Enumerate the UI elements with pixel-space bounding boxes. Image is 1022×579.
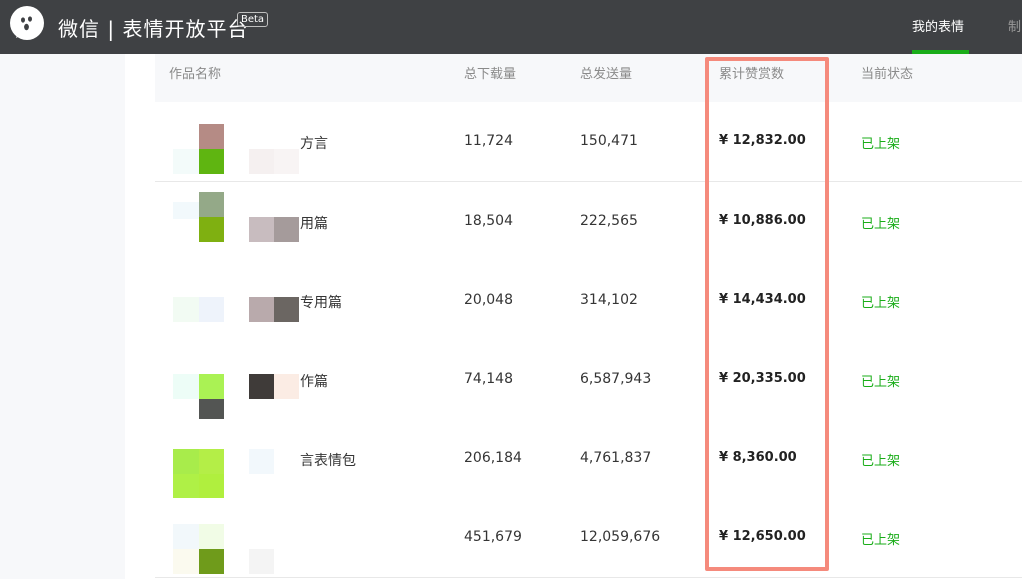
wechat-logo-icon[interactable] [10, 6, 44, 40]
top-bar: 微信 | 表情开放平台 Beta 我的表情 制 [0, 0, 1022, 54]
download-count: 451,679 [464, 529, 522, 545]
send-count: 222,565 [580, 213, 638, 229]
column-header-name: 作品名称 [169, 67, 222, 82]
table-row[interactable]: 专用篇 20,048 314,102 ¥ 14,434.00 已上架 [155, 261, 1022, 341]
column-header-status: 当前状态 [861, 67, 914, 82]
beta-badge: Beta [237, 12, 269, 27]
table-row[interactable]: 作篇 74,148 6,587,943 ¥ 20,335.00 已上架 [155, 340, 1022, 424]
left-panel [0, 54, 125, 579]
send-count: 6,587,943 [580, 371, 652, 387]
status-label: 已上架 [861, 533, 901, 548]
status-label: 已上架 [861, 454, 901, 469]
sticker-name: 用篇 [300, 216, 328, 232]
table-row[interactable]: 言表情包 206,184 4,761,837 ¥ 8,360.00 已上架 [155, 419, 1022, 499]
download-count: 20,048 [464, 292, 513, 308]
nav-next-item[interactable]: 制 [1008, 16, 1021, 35]
status-label: 已上架 [861, 296, 901, 311]
column-header-downloads: 总下载量 [464, 67, 517, 82]
sticker-stats-table: 作品名称 总下载量 总发送量 累计赞赏数 当前状态 方言 11,724 150,… [155, 54, 1022, 579]
column-header-sends: 总发送量 [580, 67, 633, 82]
send-count: 12,059,676 [580, 529, 661, 545]
table-header: 作品名称 总下载量 总发送量 累计赞赏数 当前状态 [155, 54, 1022, 102]
nav-my-stickers[interactable]: 我的表情 [912, 16, 964, 35]
sticker-name: 专用篇 [300, 295, 342, 311]
download-count: 18,504 [464, 213, 513, 229]
status-label: 已上架 [861, 375, 901, 390]
platform-title[interactable]: 微信 | 表情开放平台 [58, 13, 248, 42]
send-count: 4,761,837 [580, 450, 652, 466]
table-row[interactable]: 用篇 18,504 222,565 ¥ 10,886.00 已上架 [155, 182, 1022, 262]
status-label: 已上架 [861, 137, 901, 152]
left-gutter [125, 54, 155, 579]
download-count: 206,184 [464, 450, 522, 466]
download-count: 74,148 [464, 371, 513, 387]
sticker-name: 言表情包 [300, 453, 356, 469]
send-count: 150,471 [580, 133, 638, 149]
reward-column-highlight [705, 57, 829, 571]
sticker-name: 方言 [300, 136, 328, 152]
status-label: 已上架 [861, 217, 901, 232]
table-row[interactable]: 451,679 12,059,676 ¥ 12,650.00 已上架 [155, 498, 1022, 578]
send-count: 314,102 [580, 292, 638, 308]
table-row[interactable]: 方言 11,724 150,471 ¥ 12,832.00 已上架 [155, 102, 1022, 182]
sticker-name: 作篇 [300, 374, 328, 390]
download-count: 11,724 [464, 133, 513, 149]
